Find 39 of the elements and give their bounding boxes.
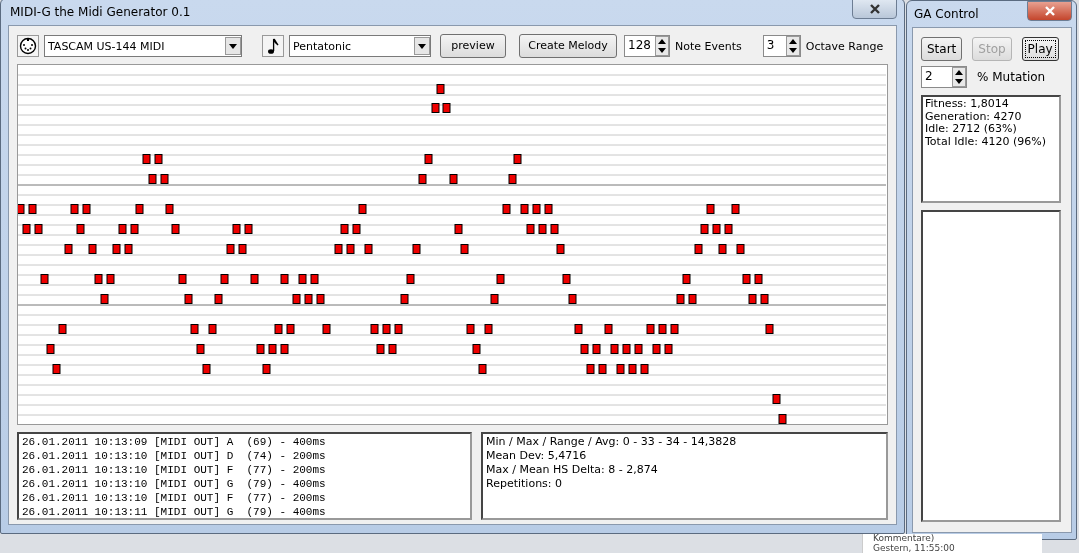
window-title: MIDI-G the Midi Generator 0.1	[9, 5, 191, 19]
background-text: Gestern, 11:55:00	[873, 543, 956, 553]
stats-line: Repetitions: 0	[486, 477, 564, 491]
spin-arrows-icon	[952, 67, 966, 87]
stats-line: Mean Dev: 5,4716	[486, 449, 588, 463]
spinner-label: % Mutation	[977, 70, 1046, 84]
log-line: 26.01.2011 10:13:10 [MIDI OUT] F (77) - 200ms	[22, 463, 327, 477]
close-button[interactable]	[852, 0, 897, 19]
midi-port-icon[interactable]	[17, 35, 39, 57]
log-line: 26.01.2011 10:13:09 [MIDI OUT] A (69) - 400ms	[22, 435, 327, 449]
spinner-label: Octave Range	[805, 39, 884, 53]
music-note-icon[interactable]	[262, 35, 284, 57]
dropdown[interactable]: TASCAM US-144 MIDI	[44, 35, 242, 57]
log-line: 26.01.2011 10:13:10 [MIDI OUT] G (79) - 400ms	[22, 477, 327, 491]
close-button[interactable]	[1027, 1, 1072, 21]
number-spinner[interactable]: 3	[762, 35, 801, 57]
log-line: 26.01.2011 10:13:10 [MIDI OUT] F (77) - 200ms	[22, 491, 327, 505]
spin-arrows-icon	[655, 36, 669, 56]
control-button[interactable]: Play	[1021, 37, 1059, 61]
status-line: Idle: 2712 (63%)	[925, 123, 1018, 136]
log-line: 26.01.2011 10:13:11 [MIDI OUT] G (79) - 400ms	[22, 505, 327, 519]
window-title: GA Control	[913, 7, 979, 21]
control-button[interactable]: Start	[921, 37, 963, 61]
stats-line: Max / Mean HS Delta: 8 - 2,874	[486, 463, 659, 477]
status-line: Total Idle: 4120 (96%)	[925, 135, 1047, 148]
action-button[interactable]: Create Melody	[519, 34, 617, 58]
status-line: Generation: 4270	[925, 110, 1023, 123]
spinner-label: Note Events	[675, 39, 742, 53]
close-icon	[1043, 6, 1056, 16]
status-line: Fitness: 1,8014	[925, 98, 1010, 111]
spin-arrows-icon	[785, 36, 800, 56]
number-spinner[interactable]: 2	[921, 66, 967, 88]
stats-line: Min / Max / Range / Avg: 0 - 33 - 34 - 14,3828	[486, 435, 738, 449]
action-button[interactable]: preview	[440, 34, 506, 58]
number-spinner[interactable]: 128	[624, 35, 670, 57]
log-line: 26.01.2011 10:13:10 [MIDI OUT] D (74) - 200ms	[22, 449, 327, 463]
close-icon	[868, 4, 881, 14]
background-text: Kommentare)	[873, 534, 936, 544]
dropdown[interactable]: Pentatonic	[289, 35, 431, 57]
